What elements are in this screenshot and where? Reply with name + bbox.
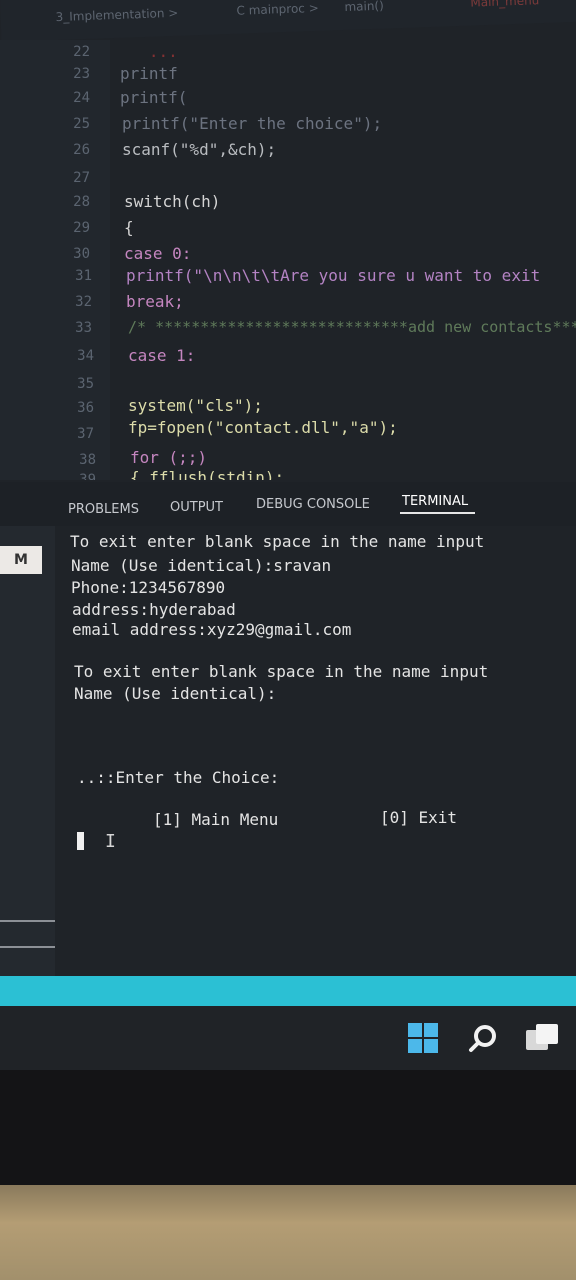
line-number: 27 xyxy=(73,170,90,186)
code-line: 29 { xyxy=(0,216,576,242)
line-number: 25 xyxy=(73,116,90,132)
breadcrumb-item[interactable]: main() xyxy=(344,0,384,14)
code-line: 26 scanf("%d",&ch); xyxy=(0,138,576,164)
code-line: 27 xyxy=(0,166,576,192)
code-editor[interactable]: 22 ... 23 printf 24 printf( 25 printf("E… xyxy=(0,40,576,480)
code-line: 37 fp=fopen("contact.dll","a"); xyxy=(0,418,576,448)
terminal-line: To exit enter blank space in the name in… xyxy=(74,662,489,681)
status-bar xyxy=(0,976,576,1006)
panel-tab-bar: PROBLEMS OUTPUT DEBUG CONSOLE TERMINAL xyxy=(0,482,576,526)
breadcrumb: 3_Implementation > C mainproc > main() M… xyxy=(0,0,576,42)
tab-output[interactable]: OUTPUT xyxy=(170,500,223,515)
code-line: 35 xyxy=(0,372,576,398)
menu-option-main-menu: [1] Main Menu xyxy=(153,810,279,829)
code-line: 39 { fflush(stdin); xyxy=(0,470,576,480)
code-text: printf xyxy=(120,64,178,83)
task-view-icon[interactable] xyxy=(524,1022,560,1054)
code-text: { fflush(stdin); xyxy=(130,470,285,480)
line-number: 31 xyxy=(75,268,92,284)
code-text: { xyxy=(124,218,134,237)
code-text: printf("\n\n\t\tAre you sure u want to e… xyxy=(126,266,541,285)
code-text: printf("Enter the choice"); xyxy=(122,114,383,133)
search-icon[interactable] xyxy=(468,1022,500,1054)
line-number: 36 xyxy=(77,400,94,416)
terminal-line: To exit enter blank space in the name in… xyxy=(70,532,485,551)
line-number: 26 xyxy=(73,142,90,158)
code-text: case 1: xyxy=(128,346,196,365)
code-text: printf( xyxy=(120,88,188,107)
breadcrumb-item[interactable]: C mainproc > xyxy=(236,1,319,18)
code-text: for (;;) xyxy=(130,448,208,467)
tab-terminal[interactable]: TERMINAL xyxy=(402,494,468,509)
line-number: 29 xyxy=(73,220,90,236)
line-number: 33 xyxy=(75,320,92,336)
code-text: scanf("%d",&ch); xyxy=(122,140,277,159)
line-number: 28 xyxy=(73,194,90,210)
line-number: 22 xyxy=(73,44,90,60)
line-number: 37 xyxy=(77,426,94,442)
code-line: 23 printf xyxy=(0,62,576,88)
code-line: 31 printf("\n\n\t\tAre you sure u want t… xyxy=(0,254,576,285)
terminal-line: address:hyderabad xyxy=(72,600,236,619)
terminal-line: ..::Enter the Choice: xyxy=(77,768,280,787)
code-line: 33 /* ****************************add ne… xyxy=(0,306,576,336)
code-text: switch(ch) xyxy=(124,192,221,211)
terminal-output[interactable]: To exit enter blank space in the name in… xyxy=(55,526,576,976)
terminal-line: Name (Use identical): xyxy=(74,684,277,703)
windows-start-icon[interactable] xyxy=(408,1023,438,1053)
tab-problems[interactable]: PROBLEMS xyxy=(68,502,139,517)
terminal-line: email address:xyz29@gmail.com xyxy=(72,620,352,639)
divider xyxy=(0,920,55,922)
active-tab-indicator xyxy=(400,512,475,514)
tab-debug-console[interactable]: DEBUG CONSOLE xyxy=(256,497,370,512)
terminal-line: Name (Use identical):sravan xyxy=(71,556,332,575)
code-text: system("cls"); xyxy=(128,396,263,415)
breadcrumb-item[interactable]: 3_Implementation > xyxy=(55,6,178,24)
code-line: 34 case 1: xyxy=(0,344,576,370)
divider xyxy=(0,946,55,948)
code-line: 24 printf( xyxy=(0,86,576,112)
breadcrumb-item[interactable]: Main_menu xyxy=(470,0,539,10)
menu-option-exit: [0] Exit xyxy=(380,808,458,827)
line-number: 23 xyxy=(73,66,90,82)
laptop-body xyxy=(0,1185,576,1280)
code-line: 28 switch(ch) xyxy=(0,190,576,216)
line-number: 35 xyxy=(77,376,94,392)
terminal-line: Phone:1234567890 xyxy=(71,578,226,597)
activity-marker[interactable]: M xyxy=(0,546,42,574)
line-number: 38 xyxy=(79,452,96,468)
code-text: fp=fopen("contact.dll","a"); xyxy=(128,418,398,437)
ibeam-cursor-icon: I xyxy=(105,831,116,852)
code-text: /* ****************************add new c… xyxy=(128,318,576,336)
activity-bar xyxy=(0,526,55,976)
line-number: 24 xyxy=(73,90,90,106)
code-line: 25 printf("Enter the choice"); xyxy=(0,112,576,138)
line-number: 34 xyxy=(77,348,94,364)
code-text: ... xyxy=(120,42,178,61)
terminal-cursor xyxy=(77,832,84,850)
screen: 3_Implementation > C mainproc > main() M… xyxy=(0,0,576,1070)
screen-bezel xyxy=(0,1070,576,1185)
line-number: 39 xyxy=(79,472,96,480)
